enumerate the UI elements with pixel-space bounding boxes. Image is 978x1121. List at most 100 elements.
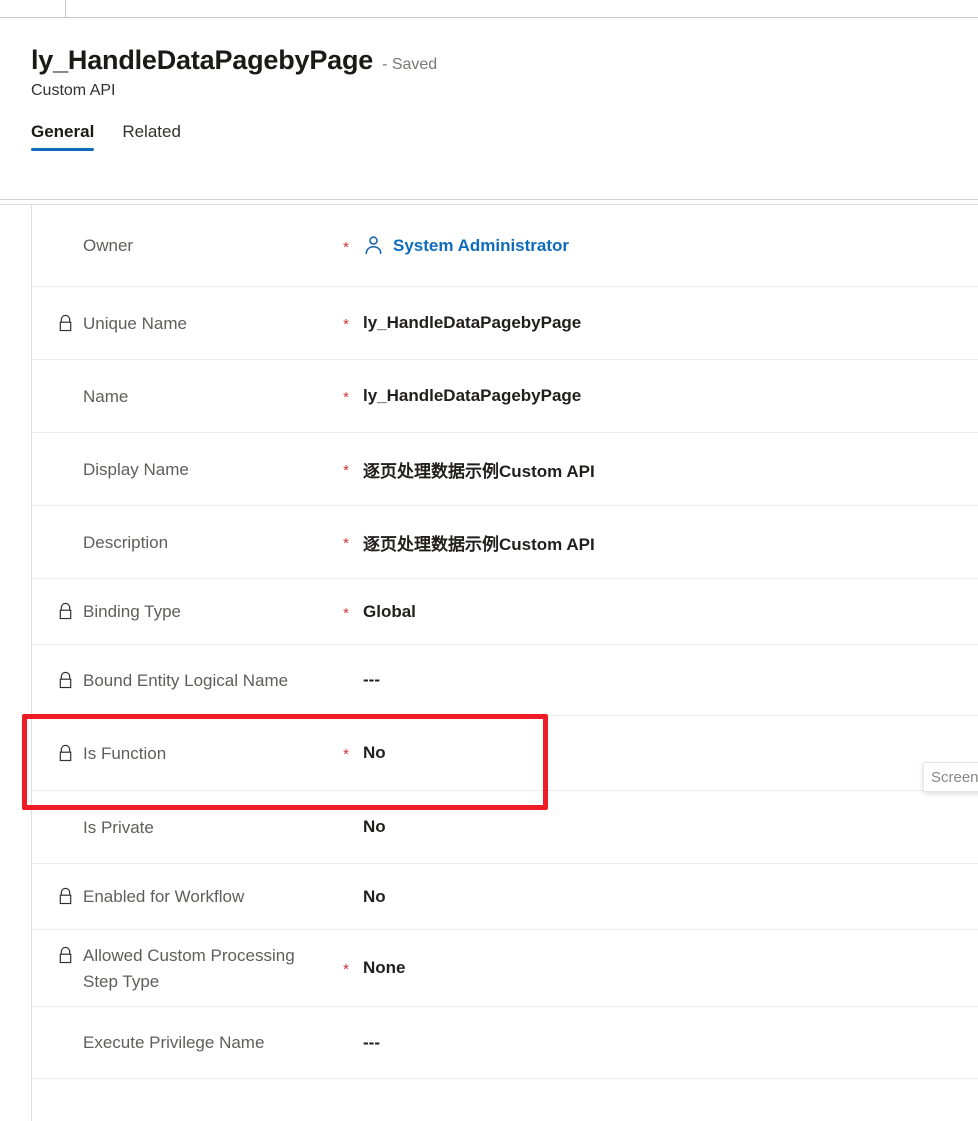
field-label-cell: Bound Entity Logical Name [57,666,329,694]
screenshot-tooltip-label: Screenshot [931,768,978,786]
field-value: 逐页处理数据示例Custom API [363,461,595,481]
form-row[interactable]: Enabled for Workflow No [32,864,978,930]
lock-icon [57,668,83,690]
form-row[interactable]: Execute Privilege Name --- [32,1007,978,1079]
lock-icon-placeholder [57,384,83,387]
field-value: --- [363,670,380,689]
screenshot-tooltip: Screenshot [923,762,978,792]
form-row[interactable]: Is Function * No [32,716,978,791]
field-value-cell[interactable]: None [363,958,978,978]
field-value-cell[interactable]: --- [363,670,978,690]
field-label: Is Private [83,817,154,837]
field-value-cell[interactable]: 逐页处理数据示例Custom API [363,530,978,555]
field-value-cell[interactable]: No [363,743,978,763]
field-label-cell: Allowed Custom Processing Step Type [57,941,329,996]
page-title: ly_HandleDataPagebyPage [31,45,374,75]
field-value: Global [363,601,416,621]
field-value-cell[interactable]: --- [363,1033,978,1053]
required-marker-cell [329,826,363,829]
required-marker-cell [329,895,363,898]
required-marker-cell [329,679,363,682]
chrome-vertical-divider [65,0,66,18]
general-tab-form: Owner * System Administrator Unique Name * ly… [31,205,978,1121]
field-label: Execute Privilege Name [83,1033,265,1053]
field-value-cell[interactable]: System Administrator [363,235,978,256]
required-marker-cell: * [329,237,363,255]
lock-icon [57,884,83,906]
required-marker-cell: * [329,314,363,332]
lock-icon [57,943,83,965]
field-value: ly_HandleDataPagebyPage [363,313,582,332]
field-value: --- [363,1032,380,1052]
field-value-cell[interactable]: ly_HandleDataPagebyPage [363,313,978,333]
required-marker-cell: * [329,460,363,478]
field-value-cell[interactable]: ly_HandleDataPagebyPage [363,386,978,406]
field-value-cell[interactable]: No [363,887,978,907]
field-label-cell: Owner [57,231,329,259]
form-row[interactable]: Allowed Custom Processing Step Type * None [32,930,978,1007]
field-label-cell: Name [57,382,329,410]
tab-general[interactable]: General [31,122,95,151]
field-value-cell[interactable]: Global [363,602,978,622]
lock-icon-placeholder [57,457,83,460]
required-asterisk: * [343,316,349,333]
field-label: Is Function [83,743,167,763]
form-row[interactable]: Name * ly_HandleDataPagebyPage [32,360,978,433]
title-row: ly_HandleDataPagebyPage - Saved [0,18,978,76]
lookup-link-text[interactable]: System Administrator [393,236,569,256]
form-row[interactable]: Owner * System Administrator [32,205,978,287]
field-label: Display Name [83,459,189,479]
field-label: Binding Type [83,602,181,622]
field-value: ly_HandleDataPagebyPage [363,386,582,405]
field-label: Unique Name [83,313,187,333]
field-label-cell: Unique Name [57,309,329,337]
lookup-value[interactable]: System Administrator [363,235,569,256]
lock-icon-placeholder [57,233,83,236]
required-asterisk: * [343,389,349,406]
field-value: No [363,743,386,762]
field-value-cell[interactable]: No [363,817,978,837]
form-row[interactable]: Unique Name * ly_HandleDataPagebyPage [32,287,978,360]
field-value: No [363,886,386,906]
field-label-cell: Binding Type [57,597,329,625]
field-label: Enabled for Workflow [83,887,245,907]
lock-icon-placeholder [57,530,83,533]
form-row[interactable]: Description * 逐页处理数据示例Custom API [32,506,978,579]
form-row[interactable]: Binding Type * Global [32,579,978,645]
field-label: Allowed Custom Processing Step Type [83,945,295,991]
person-icon [363,235,384,256]
field-label: Owner [83,236,134,256]
field-label-cell: Description [57,528,329,556]
lock-icon [57,741,83,763]
tab-related-label: Related [122,122,181,141]
lock-icon [57,599,83,621]
required-marker-cell [329,1041,363,1044]
required-asterisk: * [343,746,349,763]
lock-icon-placeholder [57,815,83,818]
top-chrome-strip [0,0,978,18]
tab-strip: General Related [0,100,978,151]
save-status-text: - Saved [382,56,438,73]
field-value: 逐页处理数据示例Custom API [363,534,595,554]
tab-general-label: General [31,122,95,141]
form-row[interactable]: Bound Entity Logical Name --- [32,645,978,716]
field-label: Name [83,386,129,406]
field-label: Description [83,532,169,552]
field-value: No [363,817,386,836]
field-value-cell[interactable]: 逐页处理数据示例Custom API [363,457,978,482]
required-marker-cell: * [329,603,363,621]
form-row[interactable]: Is Private No [32,791,978,864]
field-value: None [363,958,406,977]
tab-related[interactable]: Related [122,122,181,151]
record-header: ly_HandleDataPagebyPage - Saved Custom A… [0,18,978,151]
required-asterisk: * [343,961,349,978]
custom-api-record-page: ly_HandleDataPagebyPage - Saved Custom A… [0,0,978,1121]
required-marker-cell: * [329,533,363,551]
tabs-bottom-rule [0,199,978,200]
field-label-cell: Display Name [57,455,329,483]
field-label-cell: Enabled for Workflow [57,882,329,910]
required-marker-cell: * [329,744,363,762]
required-asterisk: * [343,462,349,479]
entity-subtitle: Custom API [31,82,116,99]
form-row[interactable]: Display Name * 逐页处理数据示例Custom API [32,433,978,506]
